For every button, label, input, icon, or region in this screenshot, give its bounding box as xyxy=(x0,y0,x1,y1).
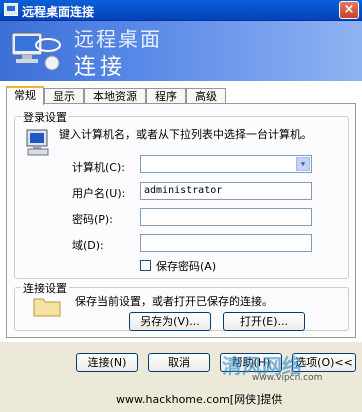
tab-display[interactable]: 显示 xyxy=(44,88,84,103)
site-caption: www.hackhome.com[网侠]提供 xyxy=(116,393,283,406)
chevron-down-icon[interactable]: ▼ xyxy=(296,157,310,171)
password-label: 密码(P): xyxy=(72,213,113,226)
computer-icon xyxy=(26,129,49,156)
username-field[interactable]: administrator xyxy=(140,182,312,200)
save-as-button[interactable]: 另存为(V)... xyxy=(129,312,211,331)
login-settings-group: 登录设置 键入计算机名，或者从下拉列表中选择一台计算机。 计算机(C): ▼ 用… xyxy=(14,109,349,279)
connection-settings-legend: 连接设置 xyxy=(21,280,69,296)
close-button[interactable]: × xyxy=(339,1,359,19)
tab-advanced[interactable]: 高级 xyxy=(186,88,226,103)
watermark-url: www.vipcn.com xyxy=(252,373,323,383)
tab-panel-general: 登录设置 键入计算机名，或者从下拉列表中选择一台计算机。 计算机(C): ▼ 用… xyxy=(6,103,356,338)
cancel-button[interactable]: 取消 xyxy=(148,353,210,372)
tab-general[interactable]: 常规 xyxy=(6,86,44,105)
open-button[interactable]: 打开(E)... xyxy=(223,312,305,331)
tab-programs[interactable]: 程序 xyxy=(146,88,186,103)
login-instruction: 键入计算机名，或者从下拉列表中选择一台计算机。 xyxy=(59,128,312,141)
connect-button[interactable]: 连接(N) xyxy=(76,353,138,372)
username-label: 用户名(U): xyxy=(72,187,126,200)
title-bar[interactable]: 远程桌面连接 × xyxy=(0,0,362,21)
window-title: 远程桌面连接 xyxy=(22,5,95,19)
password-field[interactable] xyxy=(140,208,312,226)
tab-local-resources[interactable]: 本地资源 xyxy=(84,88,146,103)
domain-field[interactable] xyxy=(140,234,312,252)
save-password-checkbox[interactable] xyxy=(140,260,151,271)
save-password-label[interactable]: 保存密码(A) xyxy=(156,258,216,274)
login-settings-legend: 登录设置 xyxy=(21,109,69,125)
remote-desktop-icon xyxy=(4,3,18,16)
banner-line1: 远程桌面 xyxy=(74,27,162,51)
computer-label: 计算机(C): xyxy=(72,161,125,174)
folder-icon xyxy=(33,298,61,317)
computer-connection-icon xyxy=(11,32,61,71)
banner: 远程桌面 连接 xyxy=(0,21,362,81)
computer-combobox[interactable]: ▼ xyxy=(140,155,312,173)
domain-label: 域(D): xyxy=(72,239,104,252)
connection-description: 保存当前设置，或者打开已保存的连接。 xyxy=(75,295,273,308)
banner-line2: 连接 xyxy=(74,55,127,80)
